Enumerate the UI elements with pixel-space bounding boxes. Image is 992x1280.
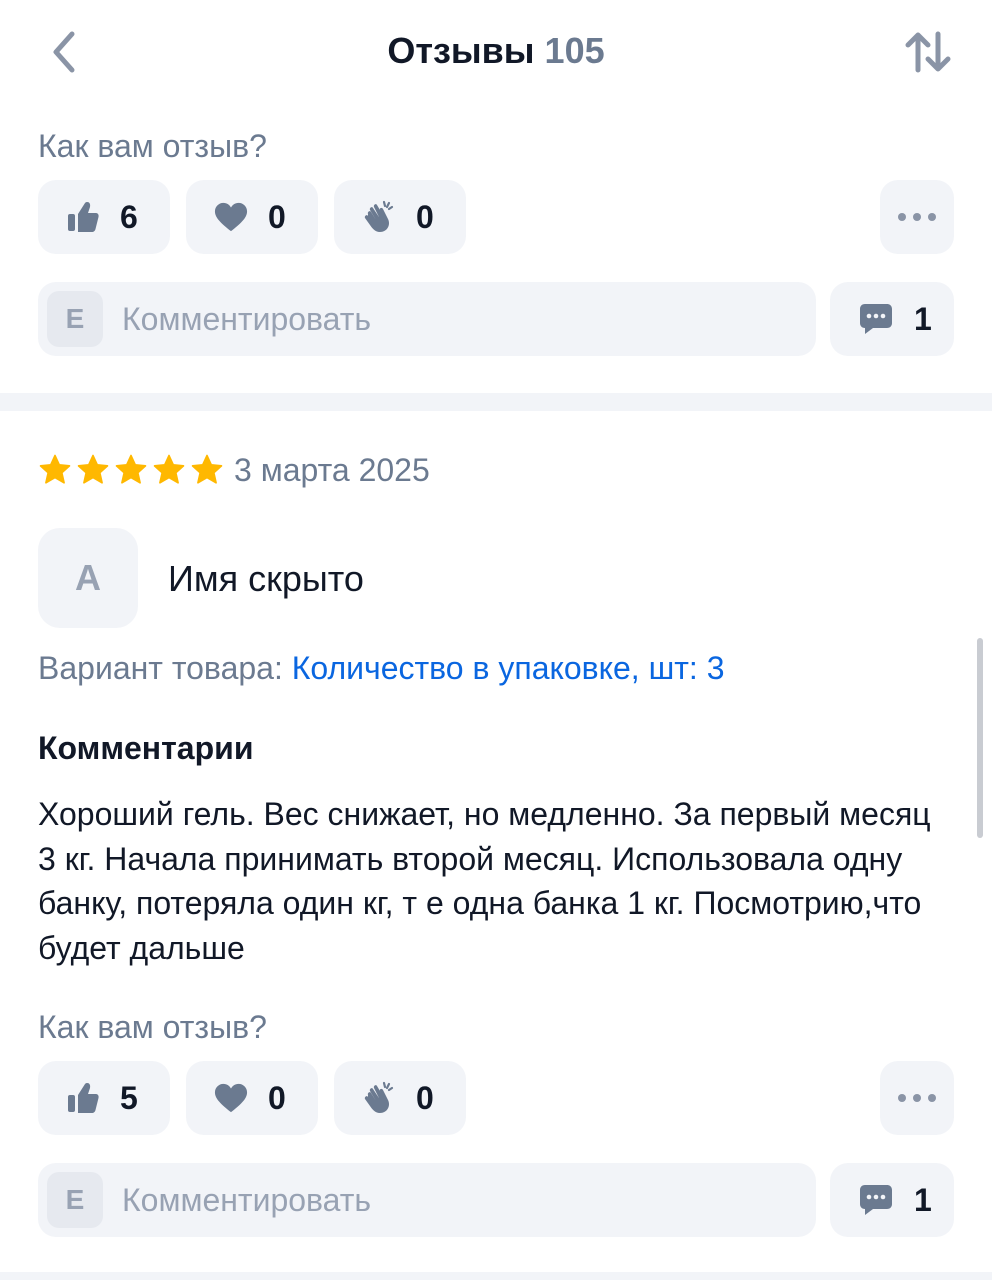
- user-avatar: E: [47, 1172, 103, 1228]
- star-icon: [191, 454, 223, 484]
- page-title-text: Отзывы: [387, 30, 535, 71]
- heart-icon: [214, 200, 248, 234]
- like-count: 6: [120, 198, 138, 235]
- rate-review-label: Как вам отзыв?: [38, 128, 267, 164]
- star-icon: [153, 454, 185, 484]
- rating-stars: [38, 453, 224, 487]
- variant-label: Вариант товара:: [38, 650, 283, 686]
- clap-count: 0: [416, 198, 434, 235]
- more-options-button[interactable]: [880, 1061, 954, 1135]
- comment-input[interactable]: E Комментировать: [38, 282, 816, 356]
- reviews-count: 105: [544, 30, 605, 71]
- review-text: Хороший гель. Вес снижает, но медленно. …: [38, 796, 931, 966]
- comments-button[interactable]: 1: [830, 282, 954, 356]
- thumbs-up-icon: [66, 200, 100, 234]
- top-bar: Отзывы 105: [0, 0, 992, 100]
- comment-input[interactable]: E Комментировать: [38, 1163, 816, 1237]
- more-dots-icon: [898, 1094, 936, 1102]
- clap-count: 0: [416, 1079, 434, 1116]
- chat-bubble-icon: [858, 301, 894, 337]
- comments-count: 1: [914, 1181, 932, 1218]
- scrollbar[interactable]: [977, 638, 983, 838]
- heart-count: 0: [268, 198, 286, 235]
- rate-review-label: Как вам отзыв?: [38, 1009, 267, 1045]
- review-divider: [0, 393, 992, 411]
- thumbs-up-icon: [66, 1081, 100, 1115]
- author-name: Имя скрыто: [168, 558, 364, 599]
- clap-icon: [362, 200, 396, 234]
- comment-placeholder: Комментировать: [122, 300, 372, 337]
- chat-bubble-icon: [858, 1182, 894, 1218]
- star-icon: [115, 454, 147, 484]
- star-icon: [39, 454, 71, 484]
- user-avatar: E: [47, 291, 103, 347]
- review-date: 3 марта 2025: [234, 452, 430, 488]
- clap-reaction-button[interactable]: 0: [334, 1061, 466, 1135]
- variant-value-link[interactable]: Количество в упаковке, шт: 3: [292, 650, 725, 686]
- more-options-button[interactable]: [880, 180, 954, 254]
- like-reaction-button[interactable]: 6: [38, 180, 170, 254]
- heart-reaction-button[interactable]: 0: [186, 180, 318, 254]
- sort-arrows-icon: [905, 31, 951, 73]
- product-variant: Вариант товара: Количество в упаковке, ш…: [38, 650, 724, 687]
- heart-icon: [214, 1081, 248, 1115]
- clap-icon: [362, 1081, 396, 1115]
- heart-count: 0: [268, 1079, 286, 1116]
- comments-heading: Комментарии: [38, 730, 254, 766]
- comments-count: 1: [914, 300, 932, 337]
- like-count: 5: [120, 1079, 138, 1116]
- clap-reaction-button[interactable]: 0: [334, 180, 466, 254]
- comment-placeholder: Комментировать: [122, 1181, 372, 1218]
- sort-button[interactable]: [900, 26, 956, 78]
- star-icon: [77, 454, 109, 484]
- review-divider: [0, 1272, 992, 1280]
- like-reaction-button[interactable]: 5: [38, 1061, 170, 1135]
- comments-button[interactable]: 1: [830, 1163, 954, 1237]
- page-title: Отзывы 105: [0, 30, 992, 72]
- heart-reaction-button[interactable]: 0: [186, 1061, 318, 1135]
- author-avatar: А: [38, 528, 138, 628]
- more-dots-icon: [898, 213, 936, 221]
